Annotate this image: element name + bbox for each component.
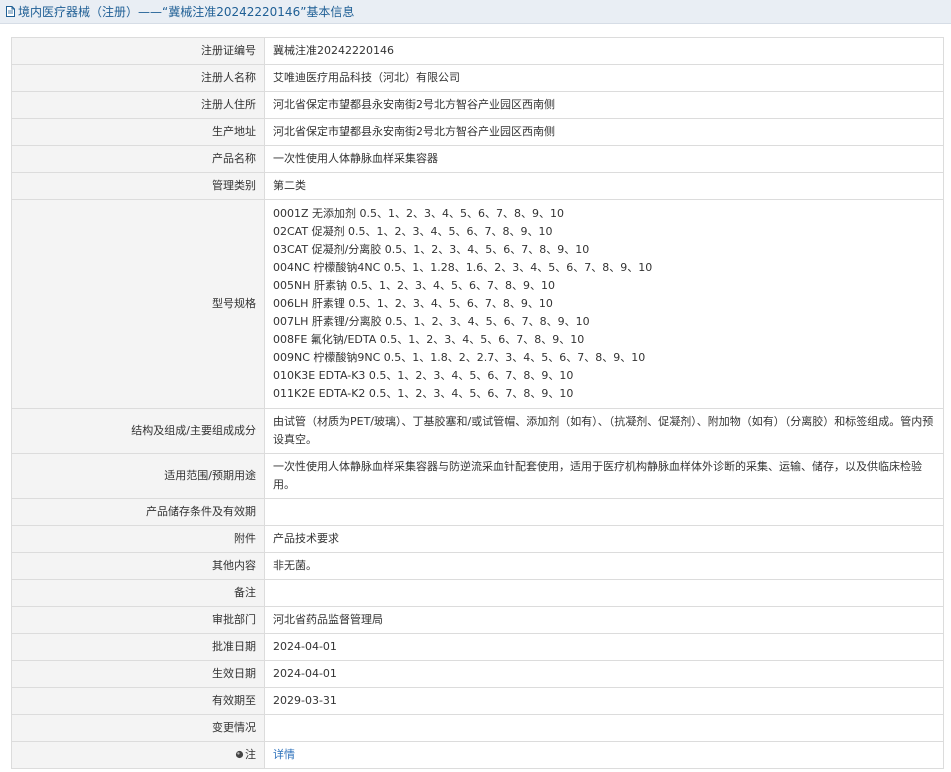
table-row: 适用范围/预期用途 一次性使用人体静脉血样采集容器与防逆流采血针配套使用，适用于… [11,453,944,499]
row-value: 产品技术要求 [264,525,944,553]
row-value: 2024-04-01 [264,660,944,688]
row-label: 变更情况 [11,714,265,742]
row-label: 适用范围/预期用途 [11,453,265,499]
table-row: 附件 产品技术要求 [11,525,944,553]
row-value: 非无菌。 [264,552,944,580]
table-row-note: 注 详情 [11,741,944,769]
detail-link[interactable]: 详情 [273,748,295,761]
table-row: 批准日期 2024-04-01 [11,633,944,661]
model-line: 03CAT 促凝剂/分离胶 0.5、1、2、3、4、5、6、7、8、9、10 [273,243,590,256]
row-label: 注册人住所 [11,91,265,119]
row-value: 第二类 [264,172,944,200]
table-row: 生产地址 河北省保定市望都县永安南街2号北方智谷产业园区西南侧 [11,118,944,146]
row-value: 一次性使用人体静脉血样采集容器 [264,145,944,173]
row-value: 河北省保定市望都县永安南街2号北方智谷产业园区西南侧 [264,91,944,119]
table-row: 变更情况 [11,714,944,742]
row-value: 艾唯迪医疗用品科技（河北）有限公司 [264,64,944,92]
page-title: 境内医疗器械（注册）——“冀械注准20242220146”基本信息 [18,5,355,19]
row-label: 生效日期 [11,660,265,688]
model-line: 005NH 肝素钠 0.5、1、2、3、4、5、6、7、8、9、10 [273,279,555,292]
row-value: 一次性使用人体静脉血样采集容器与防逆流采血针配套使用，适用于医疗机构静脉血样体外… [264,453,944,499]
row-label: 备注 [11,579,265,607]
table-row: 注册人名称 艾唯迪医疗用品科技（河北）有限公司 [11,64,944,92]
model-line: 006LH 肝素锂 0.5、1、2、3、4、5、6、7、8、9、10 [273,297,553,310]
model-line: 011K2E EDTA-K2 0.5、1、2、3、4、5、6、7、8、9、10 [273,387,574,400]
row-label: 生产地址 [11,118,265,146]
row-value: 河北省药品监督管理局 [264,606,944,634]
model-line: 009NC 柠檬酸钠9NC 0.5、1、1.8、2、2.7、3、4、5、6、7、… [273,351,646,364]
note-value-cell: 详情 [264,741,944,769]
row-label: 其他内容 [11,552,265,580]
table-row: 管理类别 第二类 [11,172,944,200]
note-bullet-icon [235,750,244,759]
row-label: 有效期至 [11,687,265,715]
table-row: 其他内容 非无菌。 [11,552,944,580]
note-label-cell: 注 [11,741,265,769]
page-header: 境内医疗器械（注册）——“冀械注准20242220146”基本信息 [0,0,951,24]
table-row: 产品储存条件及有效期 [11,498,944,526]
table-row: 备注 [11,579,944,607]
table-row: 生效日期 2024-04-01 [11,660,944,688]
row-label: 注册人名称 [11,64,265,92]
row-label: 注册证编号 [11,37,265,65]
info-table: 注册证编号 冀械注准20242220146 注册人名称 艾唯迪医疗用品科技（河北… [11,37,944,769]
row-label: 附件 [11,525,265,553]
row-value [264,498,944,526]
table-row: 审批部门 河北省药品监督管理局 [11,606,944,634]
row-label: 产品储存条件及有效期 [11,498,265,526]
table-row: 有效期至 2029-03-31 [11,687,944,715]
model-line: 004NC 柠檬酸钠4NC 0.5、1、1.28、1.6、2、3、4、5、6、7… [273,261,653,274]
table-row: 产品名称 一次性使用人体静脉血样采集容器 [11,145,944,173]
row-value: 2024-04-01 [264,633,944,661]
row-value [264,579,944,607]
row-label: 审批部门 [11,606,265,634]
row-label: 产品名称 [11,145,265,173]
table-row: 注册证编号 冀械注准20242220146 [11,37,944,65]
model-list: 0001Z 无添加剂 0.5、1、2、3、4、5、6、7、8、9、10 02CA… [264,199,944,409]
row-value: 冀械注准20242220146 [264,37,944,65]
table-row-model: 型号规格 0001Z 无添加剂 0.5、1、2、3、4、5、6、7、8、9、10… [11,199,944,409]
row-value: 2029-03-31 [264,687,944,715]
model-line: 010K3E EDTA-K3 0.5、1、2、3、4、5、6、7、8、9、10 [273,369,574,382]
model-line: 008FE 氟化钠/EDTA 0.5、1、2、3、4、5、6、7、8、9、10 [273,333,585,346]
model-line: 02CAT 促凝剂 0.5、1、2、3、4、5、6、7、8、9、10 [273,225,553,238]
model-line: 0001Z 无添加剂 0.5、1、2、3、4、5、6、7、8、9、10 [273,207,564,220]
row-label: 型号规格 [11,199,265,409]
table-row: 注册人住所 河北省保定市望都县永安南街2号北方智谷产业园区西南侧 [11,91,944,119]
row-label: 结构及组成/主要组成成分 [11,408,265,454]
table-row: 结构及组成/主要组成成分 由试管（材质为PET/玻璃）、丁基胶塞和/或试管帽、添… [11,408,944,454]
row-value: 由试管（材质为PET/玻璃）、丁基胶塞和/或试管帽、添加剂（如有）、（抗凝剂、促… [264,408,944,454]
row-value: 河北省保定市望都县永安南街2号北方智谷产业园区西南侧 [264,118,944,146]
document-icon [6,6,15,17]
row-label: 批准日期 [11,633,265,661]
row-value [264,714,944,742]
model-line: 007LH 肝素锂/分离胶 0.5、1、2、3、4、5、6、7、8、9、10 [273,315,590,328]
row-label: 管理类别 [11,172,265,200]
note-label: 注 [245,748,256,761]
